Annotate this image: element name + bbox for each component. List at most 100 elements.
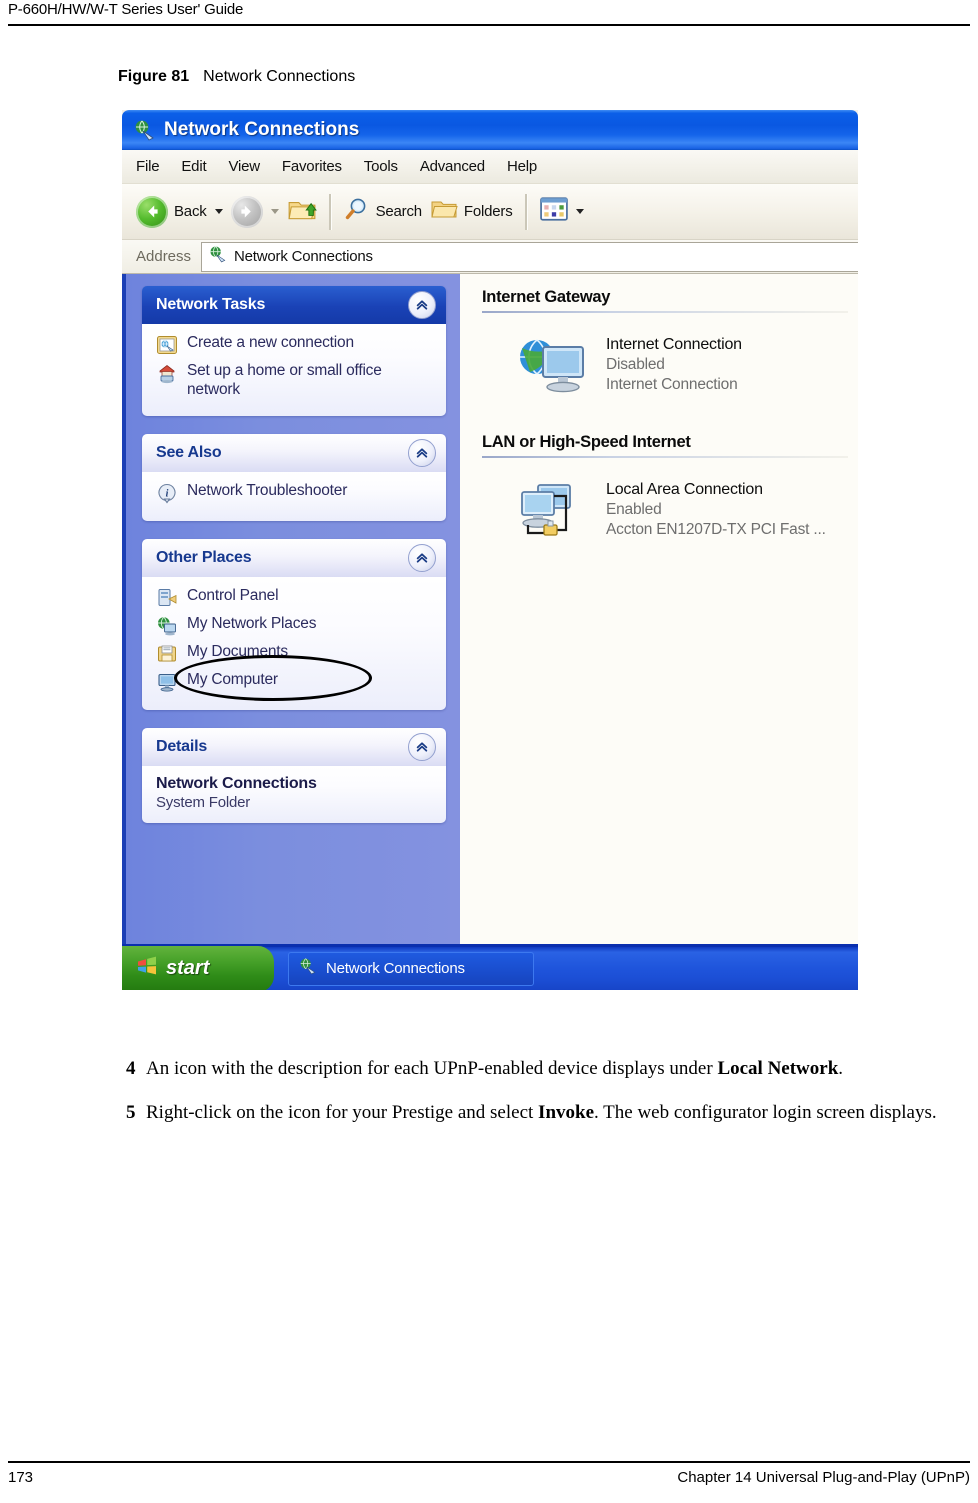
connection-name: Internet Connection <box>606 336 742 353</box>
explorer-body: Network Tasks Create a new connection Se… <box>122 274 858 990</box>
figure-title: Network Connections <box>203 68 356 85</box>
connection-text: Internet Connection Disabled Internet Co… <box>606 335 742 395</box>
place-label: Control Panel <box>187 587 279 604</box>
start-label: start <box>166 957 210 979</box>
back-arrow-icon <box>136 195 168 228</box>
toolbar-separator-2 <box>524 193 528 230</box>
menu-item-edit[interactable]: Edit <box>181 158 206 175</box>
up-button[interactable] <box>283 189 321 235</box>
figure-label: Figure 81 <box>118 68 190 85</box>
details-subtitle: System Folder <box>156 794 251 811</box>
panel-header-network-tasks[interactable]: Network Tasks <box>142 286 446 324</box>
panel-title: Network Tasks <box>156 296 266 313</box>
figure-caption: Figure 81 Network Connections <box>118 68 355 86</box>
connection-device: Internet Connection <box>606 376 738 393</box>
taskbar-button-network-connections[interactable]: Network Connections <box>288 951 534 986</box>
forward-dropdown-caret-icon[interactable] <box>270 209 279 214</box>
panel-body-see-also: i Network Troubleshooter <box>142 472 446 521</box>
chevron-up-icon[interactable] <box>408 291 436 319</box>
place-my-network-places[interactable]: My Network Places <box>156 614 438 637</box>
folders-button[interactable]: Folders <box>426 189 517 235</box>
panel-body-other-places: Control Panel My Network Places My Docum… <box>142 577 446 710</box>
network-connections-icon <box>299 957 317 980</box>
menu-item-view[interactable]: View <box>228 158 260 175</box>
address-input[interactable]: Network Connections <box>201 241 858 272</box>
connection-item-local-area-connection[interactable]: Local Area Connection Enabled Accton EN1… <box>516 480 858 542</box>
footer-chapter: Chapter 14 Universal Plug-and-Play (UPnP… <box>677 1469 970 1486</box>
network-connections-window-screenshot: Network Connections File Edit View Favor… <box>122 110 858 990</box>
place-my-computer[interactable]: My Computer <box>156 670 438 693</box>
forward-button[interactable] <box>227 189 283 235</box>
task-create-new-connection[interactable]: Create a new connection <box>156 333 438 356</box>
group-heading-lan-or-high-speed-internet: LAN or High-Speed Internet <box>482 433 691 451</box>
place-my-documents[interactable]: My Documents <box>156 642 438 665</box>
task-label: Create a new connection <box>187 334 354 351</box>
step-text: An icon with the description for each UP… <box>146 1058 844 1079</box>
internet-gateway-icon <box>516 335 590 397</box>
task-setup-home-network[interactable]: Set up a home or small office network <box>156 361 438 399</box>
panel-header-details[interactable]: Details <box>142 728 446 766</box>
search-label: Search <box>375 203 423 220</box>
network-connections-icon <box>209 245 227 268</box>
connections-list-pane: Internet Gateway Internet Connection Dis… <box>460 274 858 990</box>
start-button[interactable]: start <box>122 945 274 990</box>
window-title: Network Connections <box>164 119 360 140</box>
group-heading-internet-gateway: Internet Gateway <box>482 288 611 306</box>
new-connection-icon <box>156 334 178 356</box>
menu-item-advanced[interactable]: Advanced <box>420 158 485 175</box>
svg-text:i: i <box>166 489 169 500</box>
my-documents-icon <box>156 643 178 665</box>
step-5: 5 Right-click on the icon for your Prest… <box>126 1100 974 1126</box>
magnifier-icon <box>344 196 370 227</box>
toolbar-separator <box>328 193 332 230</box>
search-button[interactable]: Search <box>340 189 426 235</box>
network-connections-icon <box>134 119 156 141</box>
connection-state: Enabled <box>606 501 662 518</box>
panel-details: Details Network Connections System Folde… <box>142 728 446 823</box>
panel-header-other-places[interactable]: Other Places <box>142 539 446 577</box>
footer-rule <box>8 1461 970 1463</box>
my-network-places-icon <box>156 615 178 637</box>
place-label: My Documents <box>187 643 288 660</box>
lan-connection-icon <box>516 480 590 542</box>
panel-body-network-tasks: Create a new connection Set up a home or… <box>142 324 446 416</box>
menu-item-favorites[interactable]: Favorites <box>282 158 342 175</box>
folder-icon <box>430 196 458 227</box>
panel-other-places: Other Places Control Panel My Network Pl… <box>142 539 446 710</box>
address-bar: Address Network Connections <box>122 240 858 274</box>
place-control-panel[interactable]: Control Panel <box>156 586 438 609</box>
panel-header-see-also[interactable]: See Also <box>142 434 446 472</box>
folders-label: Folders <box>463 203 513 220</box>
taskbar-button-label: Network Connections <box>326 960 465 977</box>
menu-item-file[interactable]: File <box>136 158 160 175</box>
panel-title: Details <box>156 738 208 755</box>
task-network-troubleshooter[interactable]: i Network Troubleshooter <box>156 481 438 504</box>
panel-see-also: See Also i Network Troubleshooter <box>142 434 446 521</box>
back-button[interactable]: Back <box>132 189 227 235</box>
group-rule <box>482 311 848 313</box>
place-label: My Network Places <box>187 615 317 632</box>
up-folder-icon <box>287 195 317 228</box>
connection-item-internet-connection[interactable]: Internet Connection Disabled Internet Co… <box>516 335 858 397</box>
windows-taskbar: start Network Connections <box>122 944 858 990</box>
views-icon <box>539 197 568 226</box>
my-computer-icon <box>156 671 178 693</box>
chevron-up-icon[interactable] <box>408 544 436 572</box>
chevron-up-icon[interactable] <box>408 733 436 761</box>
step-text: Right-click on the icon for your Prestig… <box>146 1102 937 1123</box>
views-button[interactable] <box>536 189 588 235</box>
connection-device: Accton EN1207D-TX PCI Fast ... <box>606 521 826 538</box>
forward-arrow-icon <box>230 195 263 228</box>
panel-body-details: Network Connections System Folder <box>142 766 446 823</box>
menu-item-help[interactable]: Help <box>507 158 537 175</box>
home-network-icon <box>156 362 178 384</box>
details-title: Network Connections <box>156 775 317 792</box>
back-dropdown-caret-icon[interactable] <box>214 209 223 214</box>
task-label: Set up a home or small office network <box>187 362 382 398</box>
views-dropdown-caret-icon[interactable] <box>575 209 584 214</box>
group-rule <box>482 456 848 458</box>
running-header-text: P-660H/HW/W-T Series User' Guide <box>8 1 244 18</box>
menu-item-tools[interactable]: Tools <box>364 158 398 175</box>
chevron-up-icon[interactable] <box>408 439 436 467</box>
